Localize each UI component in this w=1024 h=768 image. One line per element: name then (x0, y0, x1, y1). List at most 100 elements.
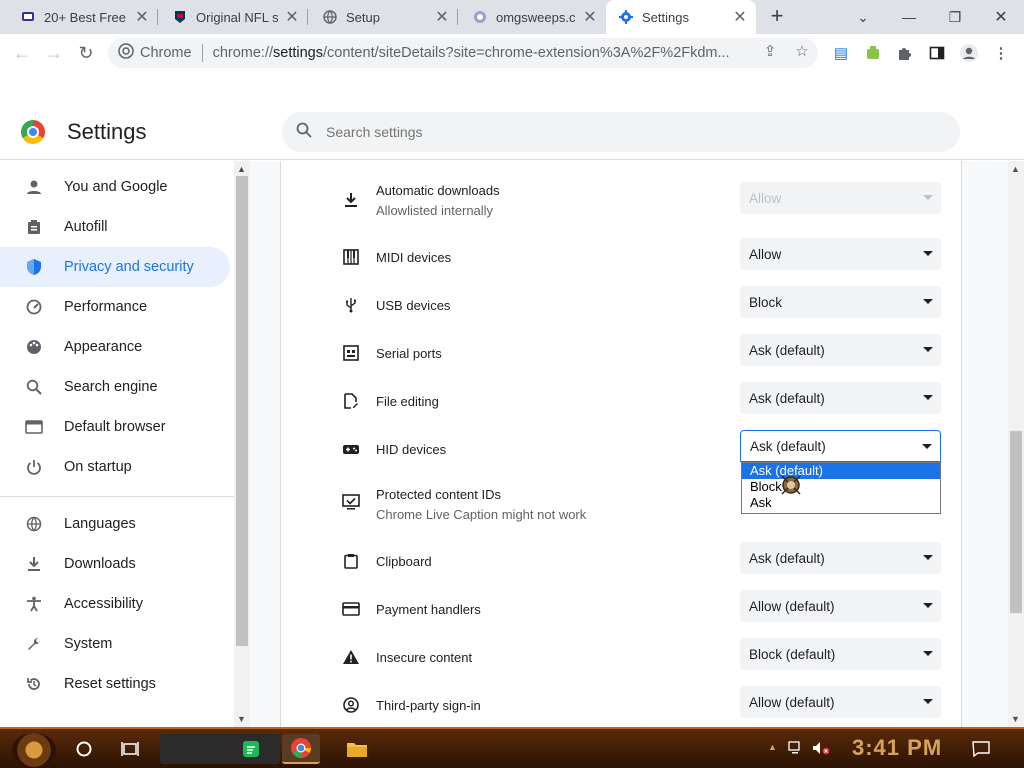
close-icon[interactable]: ✕ (732, 7, 748, 27)
hid-devices-select[interactable]: Ask (default) (740, 430, 941, 462)
main-scrollbar[interactable]: ▲ ▼ (1008, 161, 1024, 727)
sidebar-item-autofill[interactable]: Autofill (0, 207, 230, 247)
sidebar-item-appearance[interactable]: Appearance (0, 327, 230, 367)
docs-extension-icon[interactable]: ▤ (830, 42, 852, 64)
tab-settings[interactable]: Settings ✕ (606, 0, 756, 34)
bookmark-star-icon[interactable]: ☆ (792, 41, 812, 61)
tab-title: Original NFL s (196, 9, 278, 25)
search-settings[interactable] (282, 112, 960, 152)
clipboard-select[interactable]: Ask (default) (740, 542, 941, 574)
chrome-app-icon[interactable] (282, 734, 320, 764)
close-window-button[interactable]: ✕ (978, 0, 1024, 34)
restore-button[interactable]: ❐ (932, 0, 978, 34)
profile-avatar-icon[interactable] (958, 42, 980, 64)
permission-label: Insecure content (376, 650, 473, 665)
usb-devices-select[interactable]: Block (740, 286, 941, 318)
tab-title: Settings (642, 9, 689, 25)
page-title: Settings (67, 119, 147, 144)
wrench-icon (24, 634, 44, 654)
sidebar-item-label: On startup (64, 459, 132, 475)
tab-omgsweeps[interactable]: omgsweeps.co ✕ (460, 0, 606, 34)
close-icon[interactable]: ✕ (284, 7, 300, 27)
download-icon (340, 189, 362, 211)
dropdown-option-block[interactable]: Block (742, 479, 940, 495)
share-icon[interactable]: ⇪ (760, 41, 780, 61)
close-icon[interactable]: ✕ (434, 7, 450, 27)
sidebar-item-accessibility[interactable]: Accessibility (0, 584, 230, 624)
minimize-button[interactable]: — (886, 0, 932, 34)
network-icon[interactable] (788, 741, 804, 758)
sidebar-item-system[interactable]: System (0, 624, 230, 664)
sidebar-item-search-engine[interactable]: Search engine (0, 367, 230, 407)
cortana-circle-icon[interactable] (72, 737, 96, 761)
sidebar-item-reset-settings[interactable]: Reset settings (0, 664, 230, 704)
omgsweeps-icon (472, 9, 488, 25)
scrollbar-thumb[interactable] (236, 176, 248, 646)
serial-ports-select[interactable]: Ask (default) (740, 334, 941, 366)
sidebar-item-default-browser[interactable]: Default browser (0, 407, 230, 447)
accessibility-icon (24, 594, 44, 614)
permission-label: Clipboard (376, 554, 432, 569)
scrollbar-thumb[interactable] (1010, 431, 1022, 613)
shield-icon (24, 257, 44, 277)
file-explorer-icon[interactable] (338, 734, 376, 764)
permission-label: Automatic downloads (376, 183, 500, 198)
forward-button[interactable]: → (40, 39, 68, 67)
sidebar-item-performance[interactable]: Performance (0, 287, 230, 327)
menu-kebab-icon[interactable]: ⋮ (990, 42, 1012, 64)
sidebar-item-label: Downloads (64, 556, 136, 572)
permission-row-clipboard: Clipboard Ask (default) (340, 542, 950, 582)
insecure-content-select[interactable]: Block (default) (740, 638, 941, 670)
third-party-sign-in-select[interactable]: Allow (default) (740, 686, 941, 718)
sidebar-item-label: Performance (64, 299, 148, 315)
file-editing-select[interactable]: Ask (default) (740, 382, 941, 414)
sidebar-item-label: Accessibility (64, 596, 143, 612)
back-button[interactable]: ← (8, 39, 36, 67)
sidebar-scrollbar[interactable]: ▲ ▼ (234, 161, 250, 727)
settings-header: Settings (0, 104, 1024, 160)
chrome-logo-icon (118, 43, 134, 63)
green-extension-icon[interactable] (862, 42, 884, 64)
side-panel-icon[interactable] (926, 42, 948, 64)
payment-handlers-select[interactable]: Allow (default) (740, 590, 941, 622)
reload-button[interactable]: ↻ (72, 39, 100, 67)
tab-setup[interactable]: Setup ✕ (310, 0, 458, 34)
search-icon (24, 377, 44, 397)
task-view-icon[interactable] (118, 737, 142, 761)
dropdown-option-ask[interactable]: Ask (742, 495, 940, 511)
volume-muted-icon[interactable] (812, 741, 830, 758)
dropdown-option-ask-default[interactable]: Ask (default) (742, 463, 940, 479)
spotify-app-icon[interactable] (232, 734, 270, 764)
close-icon[interactable]: ✕ (582, 7, 598, 27)
sidebar-item-you-and-google[interactable]: You and Google (0, 167, 230, 207)
close-icon[interactable]: ✕ (134, 7, 150, 27)
sidebar-item-label: Autofill (64, 219, 108, 235)
piano-icon (340, 246, 362, 268)
sidebar-item-label: Appearance (64, 339, 143, 355)
address-bar[interactable]: Chrome chrome://settings/content/siteDet… (108, 38, 818, 68)
browser-icon (24, 417, 44, 437)
start-button[interactable] (12, 733, 56, 767)
url-text: chrome://settings/content/siteDetails?si… (212, 45, 730, 61)
permission-label: Protected content IDs (376, 487, 502, 502)
midi-devices-select[interactable]: Allow (740, 238, 941, 270)
tab-search-chevron-icon[interactable]: ⌄ (840, 0, 886, 34)
tab-nfl[interactable]: Original NFL s ✕ (160, 0, 308, 34)
permission-row-insecure-content: Insecure content Block (default) (340, 638, 950, 678)
sidebar-item-languages[interactable]: Languages (0, 504, 230, 544)
sidebar-item-on-startup[interactable]: On startup (0, 447, 230, 487)
sidebar-item-label: You and Google (64, 179, 168, 195)
action-center-icon[interactable] (972, 741, 990, 760)
puzzle-extensions-icon[interactable] (894, 42, 916, 64)
show-hidden-icons-icon[interactable]: ▲ (768, 742, 777, 752)
tab-best-free[interactable]: 20+ Best Free ✕ (8, 0, 158, 34)
permission-label: HID devices (376, 442, 447, 457)
search-input[interactable] (326, 124, 826, 140)
taskbar-clock[interactable]: 3:41 PM (852, 735, 942, 761)
hid-devices-dropdown-list[interactable]: Ask (default) Block Ask (741, 462, 941, 514)
settings-sidebar: You and Google Autofill Privacy and secu… (0, 161, 234, 727)
sidebar-item-privacy-and-security[interactable]: Privacy and security (0, 247, 230, 287)
globe-icon (322, 9, 338, 25)
new-tab-button[interactable]: + (766, 5, 788, 28)
sidebar-item-downloads[interactable]: Downloads (0, 544, 230, 584)
